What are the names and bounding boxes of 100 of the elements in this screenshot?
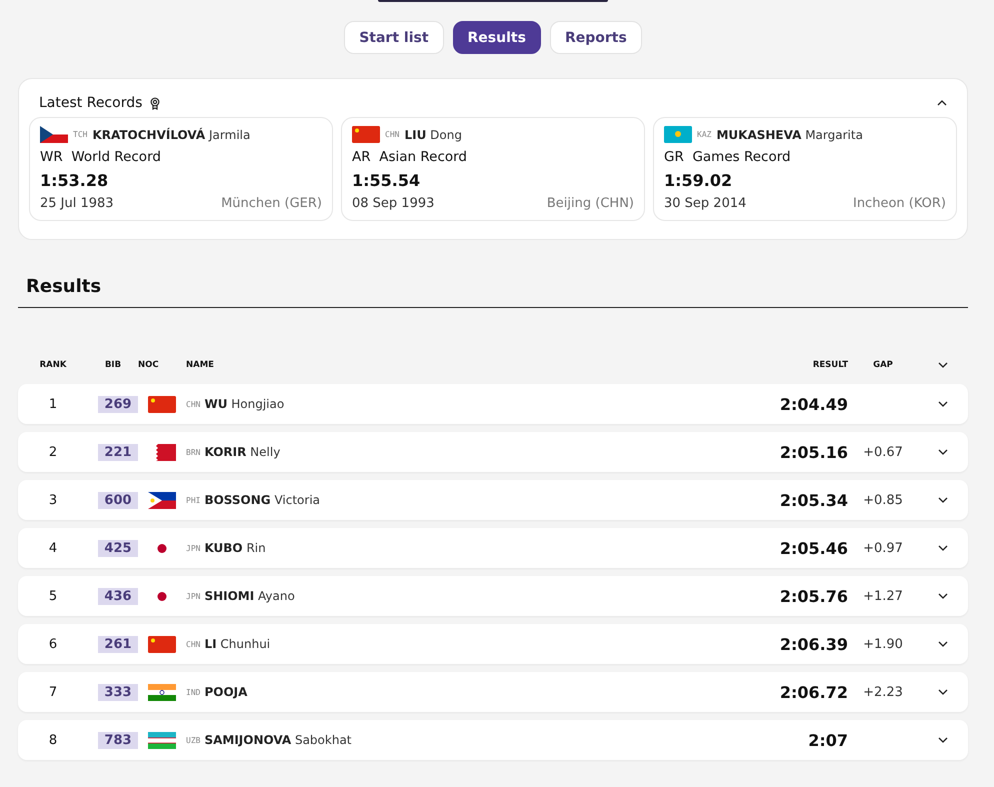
- expand-icon[interactable]: [938, 497, 948, 503]
- gap-cell: +1.27: [863, 588, 903, 604]
- result-row[interactable]: 2 221 BRN KORIR Nelly 2:05.16 +0.67: [18, 432, 968, 472]
- bib-badge: 783: [98, 732, 138, 748]
- flag-icon: [148, 732, 176, 748]
- result-time: 2:05.16: [780, 442, 848, 462]
- flag-icon: [664, 126, 692, 143]
- athlete-name: MUKASHEVA Margarita: [716, 128, 863, 142]
- noc-code: CHN: [186, 400, 200, 408]
- flag-icon: [148, 492, 176, 508]
- result-time: 2:05.34: [780, 490, 848, 510]
- noc-code: JPN: [186, 544, 200, 552]
- rank-cell: 3: [48, 492, 58, 508]
- noc-code: IND: [186, 688, 200, 696]
- column-header: RANK: [40, 360, 66, 370]
- bib-badge: 425: [98, 540, 138, 556]
- column-header: BIB: [104, 360, 122, 370]
- expand-icon[interactable]: [938, 593, 948, 599]
- column-header: GAP: [873, 360, 893, 370]
- result-row[interactable]: 1 269 CHN WU Hongjiao 2:04.49: [18, 384, 968, 424]
- result-row[interactable]: 7 333 IND POOJA 2:06.72 +2.23: [18, 672, 968, 712]
- athlete-name: SHIOMI Ayano: [204, 589, 295, 603]
- result-time: 2:07: [808, 730, 848, 750]
- rank-cell: 4: [48, 540, 58, 556]
- noc-code: JPN: [186, 592, 200, 600]
- noc-code: CHN: [385, 130, 400, 139]
- noc-code: BRN: [186, 448, 200, 456]
- tab[interactable]: Results: [452, 21, 541, 54]
- bib-badge: 261: [98, 636, 138, 652]
- expand-icon[interactable]: [938, 689, 948, 695]
- flag-icon: [148, 684, 176, 700]
- record-type: AR Asian Record: [352, 149, 468, 165]
- result-row[interactable]: 8 783 UZB SAMIJONOVA Sabokhat 2:07: [18, 720, 968, 760]
- rank-cell: 7: [48, 684, 58, 700]
- rank-cell: 1: [48, 396, 58, 412]
- medal-icon: [150, 96, 160, 110]
- athlete-name: WU Hongjiao: [204, 397, 284, 411]
- record-result: 1:55.54: [352, 171, 422, 190]
- record-result: 1:53.28: [40, 171, 110, 190]
- bib-badge: 269: [98, 396, 138, 412]
- record-date: 08 Sep 1993: [352, 196, 434, 211]
- column-header: RESULT: [812, 360, 848, 370]
- rank-cell: 2: [48, 444, 58, 460]
- bib-badge: 221: [98, 444, 138, 460]
- record-venue: Incheon (KOR): [852, 196, 946, 211]
- record-type: WR World Record: [40, 149, 162, 165]
- bib-badge: 436: [98, 588, 138, 604]
- column-header: NAME: [186, 360, 214, 370]
- result-row[interactable]: 5 436 JPN SHIOMI Ayano 2:05.76 +1.27: [18, 576, 968, 616]
- bib-badge: 600: [98, 492, 138, 508]
- tab[interactable]: Reports: [550, 21, 642, 54]
- noc-code: KAZ: [697, 130, 712, 139]
- noc-code: TCH: [73, 130, 88, 139]
- gap-cell: +1.90: [863, 636, 903, 652]
- noc-code: PHI: [186, 496, 200, 504]
- column-header: NOC: [138, 360, 159, 370]
- record-type: GR Games Record: [664, 149, 792, 165]
- athlete-name: SAMIJONOVA Sabokhat: [204, 733, 352, 747]
- record-venue: Beijing (CHN): [546, 196, 634, 211]
- athlete-name: BOSSONG Victoria: [204, 493, 320, 507]
- athlete-name: KORIR Nelly: [204, 445, 280, 459]
- result-row[interactable]: 3 600 PHI BOSSONG Victoria 2:05.34 +0.85: [18, 480, 968, 520]
- athlete-name: KRATOCHVÍLOVÁ Jarmila: [92, 128, 250, 142]
- flag-icon: [40, 126, 68, 143]
- result-row[interactable]: 6 261 CHN LI Chunhui 2:06.39 +1.90: [18, 624, 968, 664]
- expand-all-icon[interactable]: [938, 362, 948, 368]
- card-title: Latest Records: [39, 95, 142, 111]
- section-title: Results: [26, 276, 102, 297]
- bib-badge: 333: [98, 684, 138, 700]
- athlete-name: LIU Dong: [404, 128, 462, 142]
- gap-cell: +0.97: [863, 540, 903, 556]
- noc-code: UZB: [186, 736, 200, 744]
- expand-icon[interactable]: [938, 545, 948, 551]
- flag-icon: [148, 396, 176, 412]
- gap-cell: +0.67: [863, 444, 903, 460]
- result-time: 2:06.72: [780, 682, 848, 702]
- result-time: 2:04.49: [780, 394, 848, 414]
- collapse-icon[interactable]: [937, 100, 947, 106]
- expand-icon[interactable]: [938, 401, 948, 407]
- result-time: 2:05.46: [780, 538, 848, 558]
- expand-icon[interactable]: [938, 641, 948, 647]
- record-date: 25 Jul 1983: [40, 196, 114, 211]
- record-date: 30 Sep 2014: [664, 196, 746, 211]
- record-venue: München (GER): [221, 196, 322, 211]
- flag-icon: [148, 636, 176, 652]
- gap-cell: +0.85: [863, 492, 903, 508]
- expand-icon[interactable]: [938, 449, 948, 455]
- expand-icon[interactable]: [938, 737, 948, 743]
- noc-code: CHN: [186, 640, 200, 648]
- flag-icon: [352, 126, 380, 143]
- result-row[interactable]: 4 425 JPN KUBO Rin 2:05.46 +0.97: [18, 528, 968, 568]
- gap-cell: +2.23: [863, 684, 903, 700]
- athlete-name: POOJA: [204, 685, 248, 699]
- rank-cell: 5: [48, 588, 58, 604]
- result-time: 2:05.76: [780, 586, 848, 606]
- athlete-name: KUBO Rin: [204, 541, 266, 555]
- rank-cell: 8: [48, 732, 58, 748]
- rank-cell: 6: [48, 636, 58, 652]
- tab[interactable]: Start list: [344, 21, 444, 54]
- record-result: 1:59.02: [664, 171, 734, 190]
